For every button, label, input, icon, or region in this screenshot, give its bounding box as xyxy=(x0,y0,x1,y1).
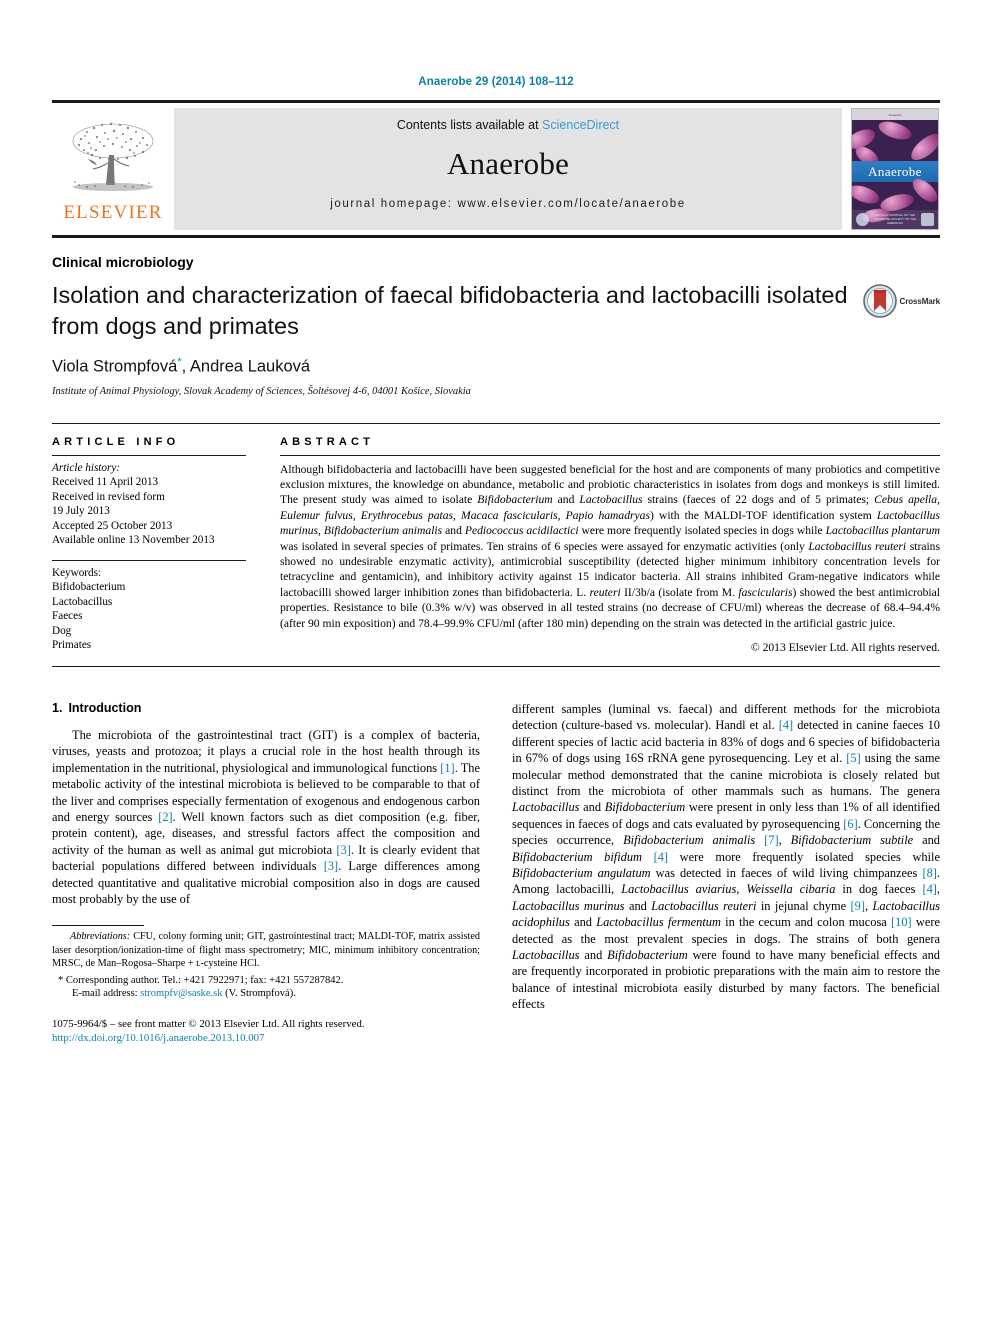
body-columns: 1. Introduction The microbiota of the gas… xyxy=(52,701,940,1045)
footnotes-block: Abbreviations: CFU, colony forming unit;… xyxy=(52,925,480,1045)
journal-title: Anaerobe xyxy=(446,146,570,181)
keyword-item: Dog xyxy=(52,624,72,637)
abstract-heading: ABSTRACT xyxy=(280,435,375,448)
elsevier-wordmark: ELSEVIER xyxy=(63,201,163,223)
history-item: Received 11 April 2013 xyxy=(52,476,159,488)
doi-link[interactable]: http://dx.doi.org/10.1016/j.anaerobe.201… xyxy=(52,1032,264,1044)
intro-paragraph-left: The microbiota of the gastrointestinal t… xyxy=(52,727,480,907)
email-label: E-mail address: xyxy=(72,988,138,1000)
affiliation: Institute of Animal Physiology, Slovak A… xyxy=(52,385,471,397)
article-info-column: ARTICLE INFO Article history: Received 1… xyxy=(52,424,280,654)
intro-paragraph-right: different samples (luminal vs. faecal) a… xyxy=(512,701,940,1012)
title-row: Isolation and characterization of faecal… xyxy=(52,280,940,342)
article-history-label: Article history: xyxy=(52,461,121,474)
history-item: Received in revised form xyxy=(52,490,165,503)
cover-bacteria-rod xyxy=(852,181,882,208)
contents-prefix: Contents lists available at xyxy=(396,118,543,132)
divider xyxy=(52,665,940,667)
article-page: Anaerobe 29 (2014) 108–112 ELSEVIER Cont… xyxy=(0,0,992,1323)
history-item: 19 July 2013 xyxy=(52,505,110,517)
body-column-right: different samples (luminal vs. faecal) a… xyxy=(512,701,940,1045)
crossmark-icon xyxy=(862,284,897,318)
elsevier-tree-icon xyxy=(72,122,154,191)
journal-cover-block[interactable]: Anaerobe Anaerobe OFFICIAL JOURNAL OF TH… xyxy=(842,103,940,235)
crossmark-badge[interactable]: CrossMark xyxy=(862,284,941,318)
cover-bacteria-rod xyxy=(907,129,938,165)
article-info-heading: ARTICLE INFO xyxy=(52,435,180,448)
cover-title: Anaerobe xyxy=(868,163,922,179)
author-list: Viola Strompfová*, Andrea Lauková xyxy=(52,356,940,377)
history-item: Accepted 25 October 2013 xyxy=(52,519,173,532)
introduction-heading: 1. Introduction xyxy=(52,701,480,715)
cover-bacteria-rod xyxy=(876,118,914,143)
cover-caption: OFFICIAL JOURNAL OF THE ANAEROBE SOCIETY… xyxy=(873,213,917,225)
abstract-text: Although bifidobacteria and lactobacilli… xyxy=(280,462,941,630)
corresponding-author-footnote: * Corresponding author. Tel.: +421 79229… xyxy=(58,974,344,986)
keywords-block: Keywords: Bifidobacterium Lactobacillus … xyxy=(52,561,246,653)
author-name-1: Viola Strompfová xyxy=(52,357,178,376)
keyword-item: Bifidobacterium xyxy=(52,581,126,593)
sciencedirect-link[interactable]: ScienceDirect xyxy=(542,118,619,132)
journal-masthead: ELSEVIER Contents lists available at Sci… xyxy=(52,100,940,238)
info-abstract-region: ARTICLE INFO Article history: Received 1… xyxy=(52,422,940,654)
email-suffix: (V. Strompfová). xyxy=(222,988,296,1000)
abstract-column: ABSTRACT Although bifidobacteria and lac… xyxy=(280,424,940,654)
elsevier-logo[interactable]: ELSEVIER xyxy=(52,103,174,235)
abstract-copyright: © 2013 Elsevier Ltd. All rights reserved… xyxy=(750,640,940,654)
abbreviations-footnote: Abbreviations: CFU, colony forming unit;… xyxy=(52,930,480,970)
keyword-item: Primates xyxy=(52,639,92,651)
abbreviations-label: Abbreviations: xyxy=(70,931,131,943)
crossmark-label: CrossMark xyxy=(899,296,941,306)
imprint-line: 1075-9964/$ – see front matter © 2013 El… xyxy=(52,1018,365,1031)
keywords-label: Keywords: xyxy=(52,566,102,579)
history-item: Available online 13 November 2013 xyxy=(52,534,215,546)
article-section-label: Clinical microbiology xyxy=(52,254,194,270)
cover-top-strip: Anaerobe xyxy=(852,109,938,120)
cover-title-banner: Anaerobe xyxy=(852,161,938,182)
page-title: Isolation and characterization of faecal… xyxy=(52,282,848,339)
author-name-2: , Andrea Lauková xyxy=(181,357,311,376)
email-link[interactable]: strompfv@saske.sk xyxy=(140,988,222,999)
journal-homepage-link[interactable]: journal homepage: www.elsevier.com/locat… xyxy=(330,198,686,210)
body-column-left: 1. Introduction The microbiota of the gas… xyxy=(52,701,480,1045)
journal-band: Contents lists available at ScienceDirec… xyxy=(174,108,842,230)
introduction-number: 1. xyxy=(52,700,63,715)
running-head: Anaerobe 29 (2014) 108–112 xyxy=(418,76,574,88)
cover-top-strip-text: Anaerobe xyxy=(888,113,902,117)
imprint-block: 1075-9964/$ – see front matter © 2013 El… xyxy=(52,1017,480,1045)
cover-society-logo-icon xyxy=(856,213,869,226)
article-history: Article history: Received 11 April 2013 … xyxy=(52,456,246,548)
journal-cover-thumbnail[interactable]: Anaerobe Anaerobe OFFICIAL JOURNAL OF TH… xyxy=(851,108,939,230)
contents-available-line: Contents lists available at ScienceDirec… xyxy=(397,118,619,132)
keyword-item: Faeces xyxy=(52,610,83,622)
introduction-title: Introduction xyxy=(68,700,142,715)
email-footnote: E-mail address: strompfv@saske.sk (V. St… xyxy=(52,987,480,1001)
cover-publisher-logo-icon xyxy=(921,213,934,226)
footnote-rule xyxy=(52,925,144,927)
keyword-item: Lactobacillus xyxy=(52,595,113,608)
